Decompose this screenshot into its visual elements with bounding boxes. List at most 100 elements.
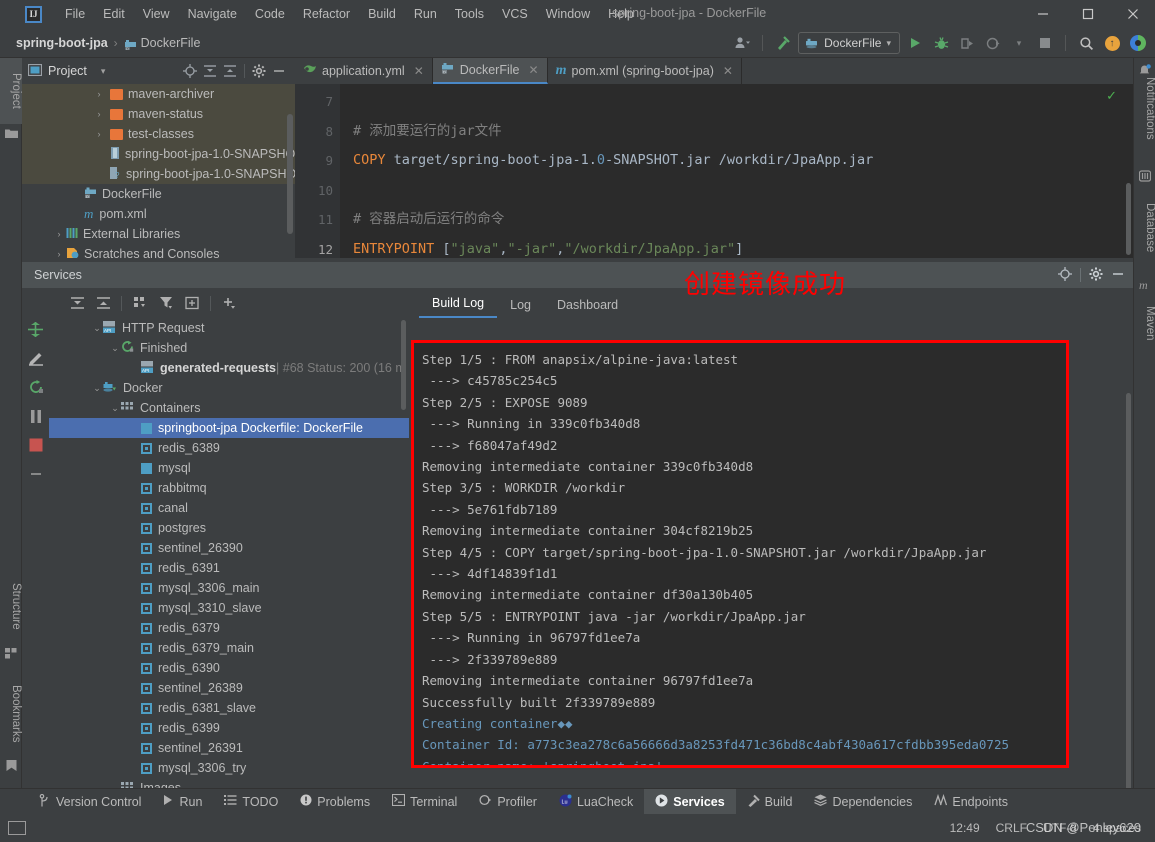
services-node-redis-6379-main[interactable]: redis_6379_main xyxy=(49,638,409,658)
services-node-mysql-3310-slave[interactable]: mysql_3310_slave xyxy=(49,598,409,618)
close-icon[interactable]: ✕ xyxy=(529,63,539,77)
services-node-redis-6390[interactable]: redis_6390 xyxy=(49,658,409,678)
collapse-all-icon[interactable] xyxy=(95,295,111,311)
user-avatar-icon[interactable] xyxy=(731,32,753,54)
services-node-redis-6379[interactable]: redis_6379 xyxy=(49,618,409,638)
services-node-containers[interactable]: ⌄ Containers xyxy=(49,398,409,418)
tab-application-yml[interactable]: application.yml ✕ xyxy=(295,58,433,84)
run-button[interactable] xyxy=(904,32,926,54)
menu-item-vcs[interactable]: VCS xyxy=(493,4,537,24)
chevron-down-icon[interactable]: ⌄ xyxy=(107,403,123,414)
services-node-mysql[interactable]: mysql xyxy=(49,458,409,478)
chevron-down-icon[interactable]: ⌄ xyxy=(107,343,123,354)
services-node-sentinel-26391[interactable]: sentinel_26391 xyxy=(49,738,409,758)
update-icon[interactable]: ↑ xyxy=(1101,32,1123,54)
tree-item-snapshot-jar-original[interactable]: ? spring-boot-jpa-1.0-SNAPSHOT.jar.origi… xyxy=(22,164,295,184)
services-tree-toolbar[interactable] xyxy=(49,288,409,318)
services-header-actions[interactable] xyxy=(1058,262,1125,288)
run-configuration-selector[interactable]: DockerFile ▾ xyxy=(798,32,900,54)
menu-item-view[interactable]: View xyxy=(134,4,179,24)
search-icon[interactable] xyxy=(1075,32,1097,54)
breadcrumb-file[interactable]: DockerFile xyxy=(141,36,201,50)
group-icon[interactable] xyxy=(132,295,148,311)
restart-icon[interactable] xyxy=(27,378,45,396)
services-content-tabs[interactable]: Build Log Log Dashboard 创建镜像成功 xyxy=(409,270,1133,318)
bottom-tab-endpoints[interactable]: Endpoints xyxy=(923,789,1019,815)
project-tree-scrollbar[interactable] xyxy=(287,114,293,234)
tree-item-dockerfile[interactable]: D DockerFile xyxy=(22,184,295,204)
services-tree-scrollbar[interactable] xyxy=(401,320,406,410)
services-node-mysql-3306-try[interactable]: mysql_3306_try xyxy=(49,758,409,778)
services-node-canal[interactable]: canal xyxy=(49,498,409,518)
services-tree[interactable]: ⌄ API HTTP Request ⌄ Finished API genera… xyxy=(49,318,409,788)
editor-code[interactable]: # 添加要运行的jar文件 COPY target/spring-boot-jp… xyxy=(353,84,1113,258)
filter-icon[interactable] xyxy=(158,295,174,311)
bottom-tab-run[interactable]: Run xyxy=(152,789,213,815)
run-with-coverage-button[interactable] xyxy=(956,32,978,54)
sidebar-item-database[interactable]: Database xyxy=(1134,192,1155,264)
services-node-springboot-jpa[interactable]: springboot-jpa Dockerfile: DockerFile xyxy=(49,418,409,438)
gear-icon[interactable] xyxy=(249,61,269,81)
hide-panel-icon[interactable] xyxy=(1111,267,1125,284)
chevron-down-icon[interactable]: ⌄ xyxy=(89,323,105,334)
tree-item-maven-status[interactable]: › maven-status xyxy=(22,104,295,124)
status-line-separator[interactable]: CRLF xyxy=(996,821,1027,835)
chevron-right-icon[interactable]: › xyxy=(52,249,66,258)
tree-item-external-libraries[interactable]: › External Libraries xyxy=(22,224,295,244)
sidebar-item-maven[interactable]: Maven xyxy=(1134,296,1155,350)
services-node-finished[interactable]: ⌄ Finished xyxy=(49,338,409,358)
tree-item-maven-archiver[interactable]: › maven-archiver xyxy=(22,84,295,104)
pause-icon[interactable] xyxy=(27,407,45,425)
tree-item-snapshot-jar[interactable]: spring-boot-jpa-1.0-SNAPSHOT.jar xyxy=(22,144,295,164)
tree-item-test-classes[interactable]: › test-classes xyxy=(22,124,295,144)
chevron-down-icon[interactable]: ▾ xyxy=(886,38,891,49)
locate-icon[interactable] xyxy=(180,61,200,81)
tab-pom-xml[interactable]: m pom.xml (spring-boot-jpa) ✕ xyxy=(548,58,742,84)
tab-dashboard[interactable]: Dashboard xyxy=(544,298,631,318)
bottom-tab-services[interactable]: Services xyxy=(644,788,736,815)
services-node-sentinel-26389[interactable]: sentinel_26389 xyxy=(49,678,409,698)
debug-button[interactable] xyxy=(930,32,952,54)
chevron-right-icon[interactable]: › xyxy=(92,129,106,139)
menu-item-edit[interactable]: Edit xyxy=(94,4,134,24)
breadcrumb-project[interactable]: spring-boot-jpa xyxy=(16,36,108,50)
services-node-redis-6399[interactable]: redis_6399 xyxy=(49,718,409,738)
tree-item-pom-xml[interactable]: m pom.xml xyxy=(22,204,295,224)
menu-item-file[interactable]: File xyxy=(56,4,94,24)
services-node-redis-6391[interactable]: redis_6391 xyxy=(49,558,409,578)
sidebar-item-project[interactable]: Project xyxy=(0,58,22,124)
menu-item-window[interactable]: Window xyxy=(537,4,599,24)
menu-item-run[interactable]: Run xyxy=(405,4,446,24)
menu-item-build[interactable]: Build xyxy=(359,4,405,24)
hide-panel-icon[interactable] xyxy=(269,61,289,81)
build-hammer-icon[interactable] xyxy=(772,32,794,54)
close-icon[interactable]: ✕ xyxy=(414,64,424,78)
close-icon[interactable]: ✕ xyxy=(723,64,733,78)
chevron-down-icon[interactable]: ⌄ xyxy=(89,383,105,394)
expand-all-icon[interactable] xyxy=(200,61,220,81)
services-node-generated-requests[interactable]: API generated-requests | #68 Status: 200… xyxy=(49,358,409,378)
minimize-button[interactable] xyxy=(1020,0,1065,28)
chevron-right-icon[interactable]: › xyxy=(52,229,66,239)
gear-icon[interactable] xyxy=(1089,267,1103,284)
maximize-button[interactable] xyxy=(1065,0,1110,28)
inspection-status-icon[interactable]: ✓ xyxy=(1106,88,1117,104)
tab-log[interactable]: Log xyxy=(497,298,544,318)
bottom-tab-build[interactable]: Build xyxy=(736,789,804,815)
services-run-actions[interactable] xyxy=(22,288,49,788)
services-node-postgres[interactable]: postgres xyxy=(49,518,409,538)
idea-plugin-icon[interactable] xyxy=(1127,32,1149,54)
menu-item-code[interactable]: Code xyxy=(246,4,294,24)
edit-icon[interactable] xyxy=(27,349,45,367)
window-controls[interactable] xyxy=(1020,0,1155,28)
stop-icon[interactable] xyxy=(27,436,45,454)
services-node-redis-6381-slave[interactable]: redis_6381_slave xyxy=(49,698,409,718)
bottom-tab-terminal[interactable]: Terminal xyxy=(381,789,468,815)
add-tab-icon[interactable] xyxy=(184,295,200,311)
menu-item-navigate[interactable]: Navigate xyxy=(179,4,246,24)
services-node-http-request[interactable]: ⌄ API HTTP Request xyxy=(49,318,409,338)
main-toolbar[interactable]: DockerFile ▾ ▾ ↑ xyxy=(731,30,1149,56)
services-node-redis-6389[interactable]: redis_6389 xyxy=(49,438,409,458)
menu-item-tools[interactable]: Tools xyxy=(446,4,493,24)
profiler-button[interactable] xyxy=(982,32,1004,54)
